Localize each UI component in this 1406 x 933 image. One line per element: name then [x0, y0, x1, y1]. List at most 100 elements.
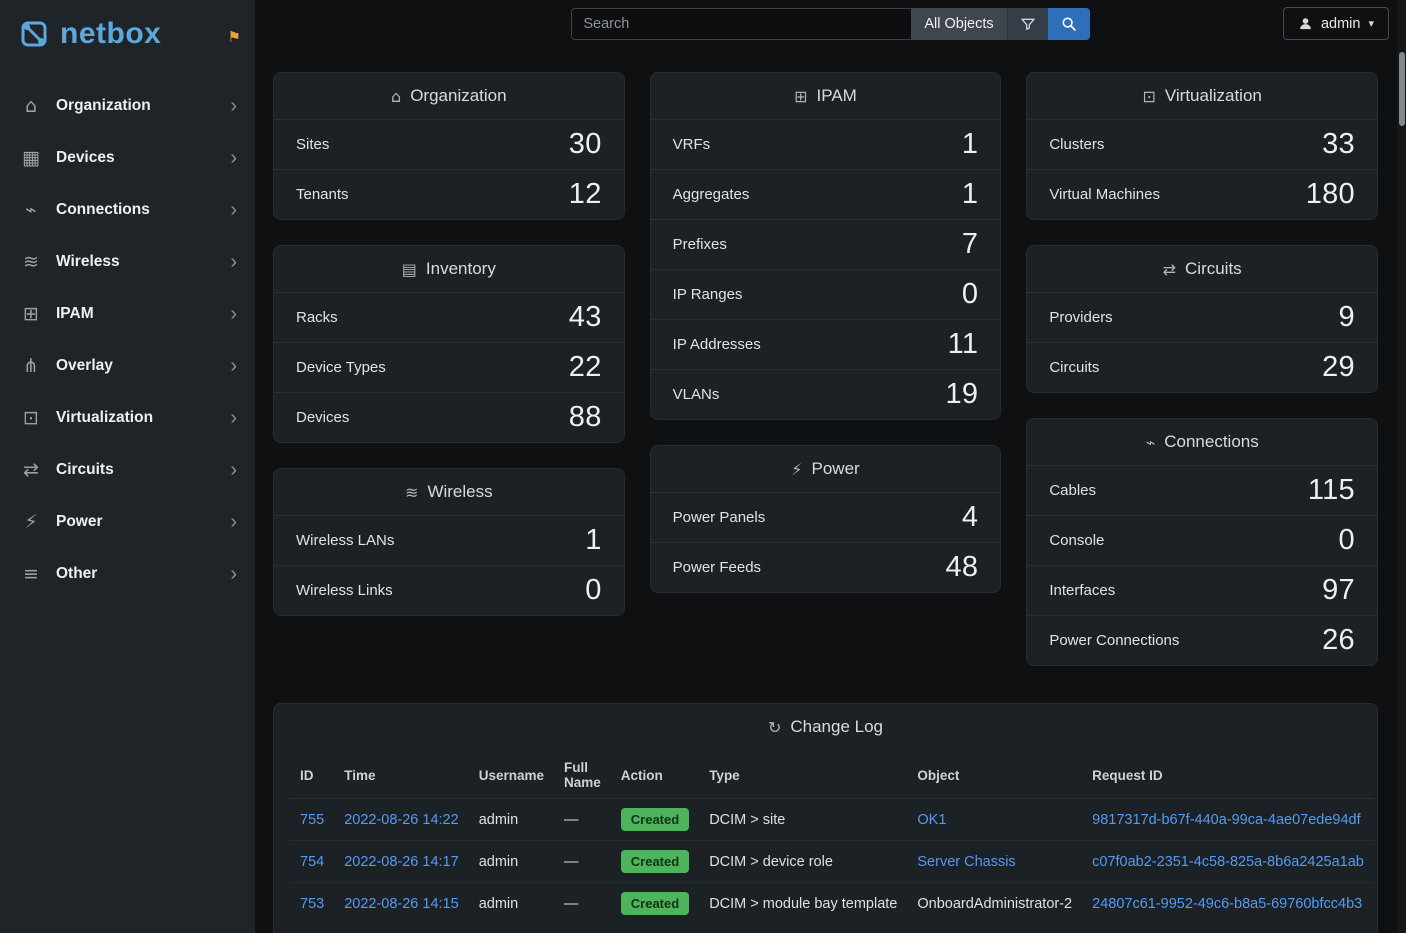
sidebar-item-circuits[interactable]: ⇄ Circuits › — [0, 444, 255, 496]
sidebar-item-label: IPAM — [56, 305, 230, 323]
card-title: Power — [812, 459, 860, 479]
stat-row: Console 0 — [1027, 515, 1377, 565]
stat-link-vrfs[interactable]: VRFs — [673, 136, 711, 153]
brand: netbox ⚑ — [0, 0, 255, 64]
scrollbar[interactable] — [1397, 0, 1406, 933]
stat-link-console[interactable]: Console — [1049, 532, 1104, 549]
stat-link-providers[interactable]: Providers — [1049, 309, 1112, 326]
stat-link-power-feeds[interactable]: Power Feeds — [673, 559, 761, 576]
sidebar-item-label: Devices — [56, 149, 230, 167]
user-menu-button[interactable]: admin ▾ — [1283, 7, 1389, 40]
sidebar-item-virtualization[interactable]: ⊡ Virtualization › — [0, 392, 255, 444]
stat-link-vlans[interactable]: VLANs — [673, 386, 720, 403]
changelog-id-link[interactable]: 755 — [300, 812, 324, 828]
changelog-time-link[interactable]: 2022-08-26 14:17 — [344, 854, 459, 870]
changelog-object-link[interactable]: Server Chassis — [917, 854, 1015, 870]
stat-link-power-panels[interactable]: Power Panels — [673, 509, 766, 526]
changelog-type: DCIM > device role — [699, 841, 907, 883]
filter-icon — [1020, 16, 1036, 32]
stat-row: Wireless LANs 1 — [274, 515, 624, 565]
changelog-time-link[interactable]: 2022-08-26 14:15 — [344, 896, 459, 912]
changelog-request-id-link[interactable]: 24807c61-9952-49c6-b8a5-69760bfcc4b3 — [1092, 896, 1362, 912]
sidebar-item-overlay[interactable]: ⋔ Overlay › — [0, 340, 255, 392]
object-type-button[interactable]: All Objects — [911, 8, 1006, 40]
sidebar: netbox ⚑ ⌂ Organization › ▦ Devices › ⌁ … — [0, 0, 255, 933]
stat-link-racks[interactable]: Racks — [296, 309, 338, 326]
stat-value: 48 — [945, 551, 978, 584]
topbar: All Objects admin ▾ — [255, 0, 1406, 47]
changelog-time-link[interactable]: 2022-08-26 14:22 — [344, 812, 459, 828]
stat-link-wireless-links[interactable]: Wireless Links — [296, 582, 393, 599]
ipam-card: ⊞ IPAM VRFs 1 Aggregates 1 Prefixes 7 — [650, 72, 1002, 420]
sidebar-item-label: Virtualization — [56, 409, 230, 427]
changelog-id-link[interactable]: 754 — [300, 854, 324, 870]
sidebar-item-label: Wireless — [56, 253, 230, 271]
circuits-icon: ⇄ — [1163, 260, 1176, 279]
building-icon: ⌂ — [18, 95, 44, 117]
search-button[interactable] — [1048, 8, 1090, 40]
sidebar-item-label: Organization — [56, 97, 230, 115]
stat-link-cables[interactable]: Cables — [1049, 482, 1096, 499]
filter-button[interactable] — [1007, 8, 1048, 40]
stats-column-3: ⊡ Virtualization Clusters 33 Virtual Mac… — [1026, 72, 1378, 666]
dashboard: ⌂ Organization Sites 30 Tenants 12 ▤ — [255, 47, 1406, 933]
stat-link-tenants[interactable]: Tenants — [296, 186, 349, 203]
stat-row: IP Ranges 0 — [651, 269, 1001, 319]
changelog-id-link[interactable]: 753 — [300, 896, 324, 912]
stat-link-power-connections[interactable]: Power Connections — [1049, 632, 1179, 649]
stat-value: 11 — [948, 328, 979, 361]
stat-link-virtual-machines[interactable]: Virtual Machines — [1049, 186, 1160, 203]
card-title: Inventory — [426, 259, 496, 279]
stat-link-interfaces[interactable]: Interfaces — [1049, 582, 1115, 599]
stat-value: 115 — [1308, 474, 1355, 507]
sidebar-item-organization[interactable]: ⌂ Organization › — [0, 80, 255, 132]
person-icon — [1298, 16, 1313, 31]
card-title: IPAM — [817, 86, 857, 106]
stat-row: Power Connections 26 — [1027, 615, 1377, 665]
changelog-request-id-link[interactable]: 9817317d-b67f-440a-99ca-4ae07ede94df — [1092, 812, 1360, 828]
sidebar-item-connections[interactable]: ⌁ Connections › — [0, 184, 255, 236]
sidebar-item-devices[interactable]: ▦ Devices › — [0, 132, 255, 184]
stat-link-wireless-lans[interactable]: Wireless LANs — [296, 532, 394, 549]
stat-value: 26 — [1322, 624, 1355, 657]
ipam-icon: ⊞ — [794, 87, 807, 106]
stat-link-devices[interactable]: Devices — [296, 409, 349, 426]
stat-row: Power Feeds 48 — [651, 542, 1001, 592]
changelog-type: DCIM > module bay template — [699, 883, 907, 925]
pin-icon[interactable]: ⚑ — [228, 28, 241, 46]
stat-link-aggregates[interactable]: Aggregates — [673, 186, 750, 203]
main-area: All Objects admin ▾ — [255, 0, 1406, 933]
stat-link-ip-addresses[interactable]: IP Addresses — [673, 336, 761, 353]
sliders-icon: ≡ — [18, 563, 44, 585]
stat-link-sites[interactable]: Sites — [296, 136, 329, 153]
search-input[interactable] — [571, 8, 911, 40]
stat-link-clusters[interactable]: Clusters — [1049, 136, 1104, 153]
wifi-icon: ≋ — [18, 251, 44, 273]
changelog-object-link[interactable]: OK1 — [917, 812, 946, 828]
stat-link-device-types[interactable]: Device Types — [296, 359, 386, 376]
changelog-request-id-link[interactable]: c07f0ab2-2351-4c58-825a-8b6a2425a1ab — [1092, 854, 1364, 870]
overlay-icon: ⋔ — [18, 355, 44, 377]
scrollbar-thumb[interactable] — [1399, 52, 1405, 126]
history-icon: ↻ — [768, 718, 781, 737]
sidebar-item-wireless[interactable]: ≋ Wireless › — [0, 236, 255, 288]
stat-link-prefixes[interactable]: Prefixes — [673, 236, 727, 253]
netbox-logo[interactable]: netbox — [16, 16, 161, 52]
virtualization-card: ⊡ Virtualization Clusters 33 Virtual Mac… — [1026, 72, 1378, 220]
stat-link-circuits[interactable]: Circuits — [1049, 359, 1099, 376]
circuits-icon: ⇄ — [18, 459, 44, 481]
stat-value: 1 — [962, 178, 978, 211]
sidebar-item-power[interactable]: ⚡ Power › — [0, 496, 255, 548]
stat-value: 29 — [1322, 351, 1355, 384]
chevron-right-icon: › — [230, 148, 237, 168]
card-header: ⊡ Virtualization — [1027, 73, 1377, 119]
sidebar-item-other[interactable]: ≡ Other › — [0, 548, 255, 600]
sidebar-item-ipam[interactable]: ⊞ IPAM › — [0, 288, 255, 340]
username: admin — [1321, 16, 1361, 32]
changelog-full-name: — — [554, 841, 611, 883]
stat-row: Wireless Links 0 — [274, 565, 624, 615]
changelog-full-name: — — [554, 799, 611, 841]
stat-link-ip-ranges[interactable]: IP Ranges — [673, 286, 743, 303]
changelog-type: DCIM > site — [699, 799, 907, 841]
ipam-icon: ⊞ — [18, 303, 44, 325]
